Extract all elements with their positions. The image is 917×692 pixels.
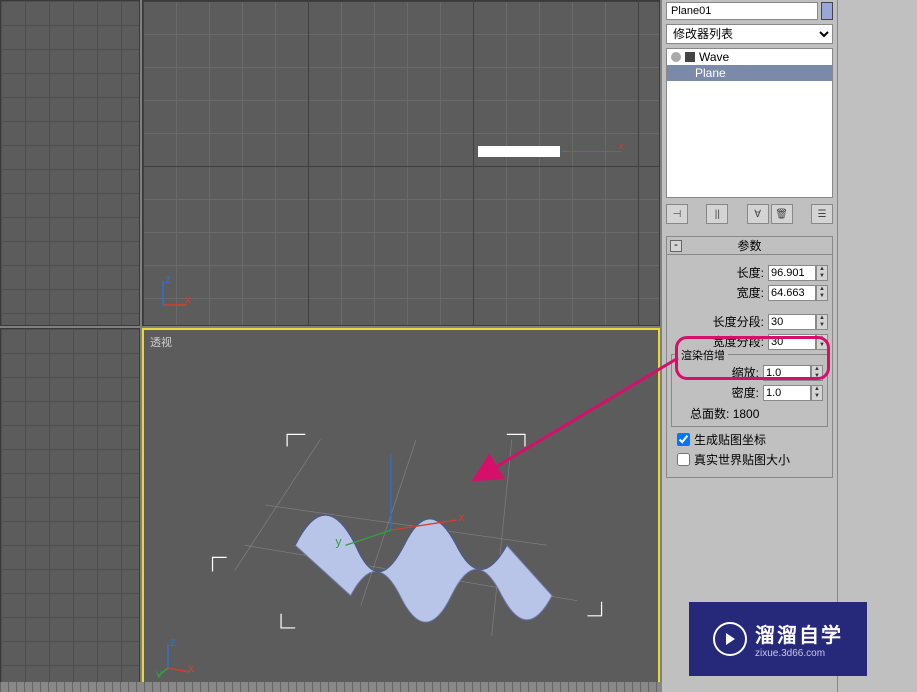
- length-input[interactable]: [768, 265, 816, 281]
- world-axis-gizmo: z x: [155, 273, 195, 313]
- world-axis-gizmo-persp: z x y: [156, 638, 196, 678]
- svg-text:y: y: [156, 667, 162, 678]
- gen-uv-label: 生成贴图坐标: [694, 431, 766, 448]
- length-segs-label: 长度分段:: [671, 313, 766, 330]
- watermark-url: zixue.3d66.com: [755, 648, 825, 659]
- object-name-input[interactable]: [666, 2, 818, 20]
- length-spinner[interactable]: ▲▼: [816, 265, 828, 281]
- collapse-icon[interactable]: -: [670, 240, 682, 252]
- expand-icon[interactable]: [685, 52, 695, 62]
- viewport-top-left[interactable]: [0, 0, 140, 326]
- viewport-bottom-left[interactable]: [0, 328, 140, 692]
- width-label: 宽度:: [671, 284, 766, 301]
- real-world-label: 真实世界贴图大小: [694, 451, 790, 468]
- svg-text:x: x: [458, 510, 464, 524]
- watermark-title: 溜溜自学: [755, 619, 843, 648]
- stack-item-wave[interactable]: Wave: [667, 49, 832, 65]
- group-title: 渲染倍增: [678, 347, 728, 363]
- wave-plane-mesh[interactable]: x y: [144, 330, 658, 690]
- remove-button[interactable]: 🗑: [771, 204, 793, 224]
- pin-stack-button[interactable]: ⊣: [666, 204, 688, 224]
- viewport-perspective[interactable]: 透视: [142, 328, 660, 692]
- scale-spinner[interactable]: ▲▼: [811, 365, 823, 381]
- lightbulb-icon[interactable]: [671, 52, 681, 62]
- modifier-list-dropdown[interactable]: 修改器列表: [666, 24, 833, 44]
- modifier-stack[interactable]: Wave Plane: [666, 48, 833, 198]
- viewport-top-right[interactable]: x z x: [142, 0, 660, 326]
- unique-button[interactable]: ∀: [747, 204, 769, 224]
- svg-text:z: z: [170, 638, 176, 649]
- play-icon: [713, 622, 747, 656]
- object-color-swatch[interactable]: [821, 2, 833, 20]
- stack-label: Plane: [695, 66, 726, 80]
- density-label: 密度:: [676, 384, 761, 401]
- svg-text:z: z: [165, 273, 171, 286]
- axis-x-label: x: [619, 141, 624, 151]
- real-world-checkbox[interactable]: [677, 453, 690, 466]
- watermark: 溜溜自学 zixue.3d66.com: [689, 602, 867, 676]
- density-spinner[interactable]: ▲▼: [811, 385, 823, 401]
- total-faces-label: 总面数:: [690, 407, 729, 421]
- svg-text:y: y: [335, 534, 342, 548]
- plane-object-top[interactable]: [478, 146, 560, 157]
- render-mult-group: 渲染倍增 缩放: ▲▼ 密度: ▲▼: [671, 354, 828, 427]
- gizmo-x-axis[interactable]: [561, 151, 621, 152]
- configure-button[interactable]: ☰: [811, 204, 833, 224]
- total-faces-value: 1800: [733, 407, 760, 421]
- gen-uv-checkbox[interactable]: [677, 433, 690, 446]
- width-input[interactable]: [768, 285, 816, 301]
- panel-scroll-strip[interactable]: [837, 0, 917, 692]
- stack-item-plane[interactable]: Plane: [667, 65, 832, 81]
- timeline-slider[interactable]: [0, 682, 662, 692]
- width-spinner[interactable]: ▲▼: [816, 285, 828, 301]
- show-end-button[interactable]: ||: [706, 204, 728, 224]
- svg-text:x: x: [188, 661, 194, 675]
- stack-label: Wave: [699, 50, 729, 64]
- scale-label: 缩放:: [676, 364, 761, 381]
- length-segs-spinner[interactable]: ▲▼: [816, 314, 828, 330]
- svg-text:x: x: [185, 292, 191, 306]
- rollout-header[interactable]: - 参数: [667, 237, 832, 255]
- scale-input[interactable]: [763, 365, 811, 381]
- length-segs-input[interactable]: [768, 314, 816, 330]
- rollout-title: 参数: [737, 237, 761, 254]
- parameters-rollout: - 参数 长度: ▲▼ 宽度: ▲: [666, 236, 833, 478]
- width-segs-input[interactable]: [768, 334, 816, 350]
- length-label: 长度:: [671, 264, 766, 281]
- density-input[interactable]: [763, 385, 811, 401]
- width-segs-spinner[interactable]: ▲▼: [816, 334, 828, 350]
- command-panel: 修改器列表 Wave Plane ⊣ ||: [662, 0, 917, 692]
